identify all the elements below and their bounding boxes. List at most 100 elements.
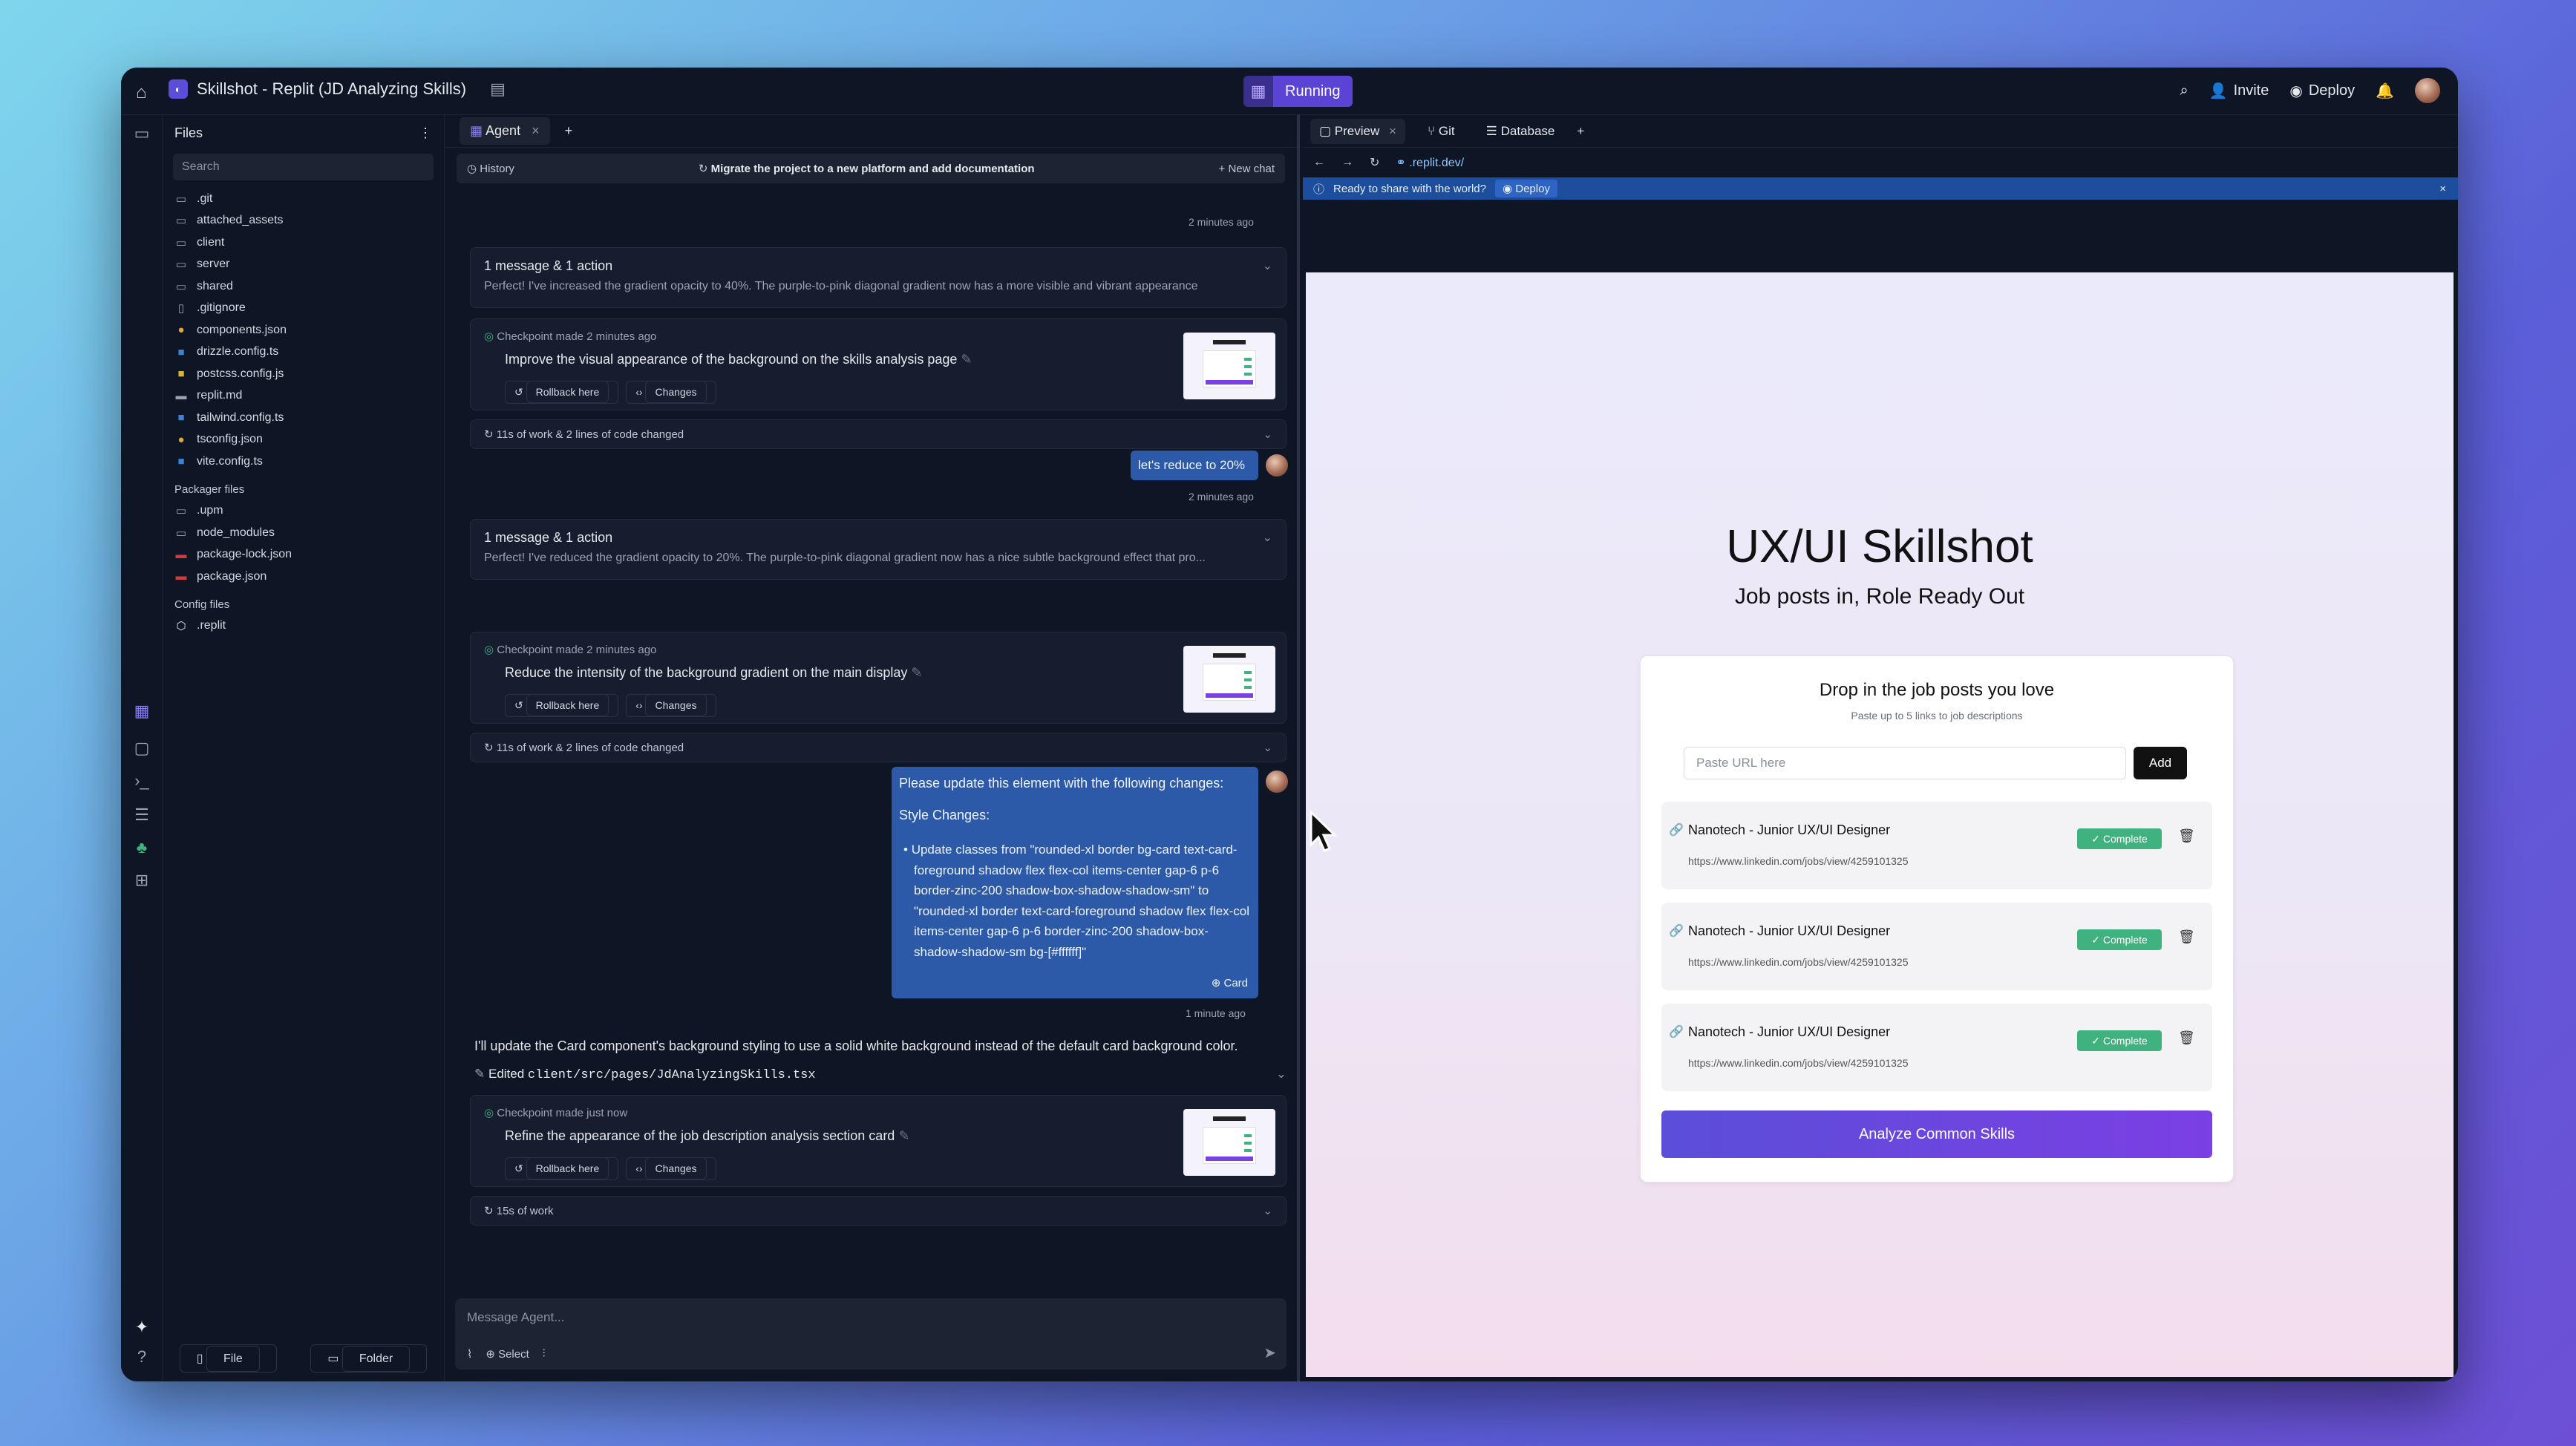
job-url[interactable]: https://www.linkedin.com/jobs/view/42591… [1688,956,1909,968]
app-title-group[interactable]: ◐ Skillshot - Replit (JD Analyzing Skill… [169,79,506,99]
close-icon[interactable]: × [1389,124,1396,138]
tab-database[interactable]: ☰ Database [1477,119,1564,144]
trash-icon[interactable]: 🗑 [2178,828,2195,844]
close-icon[interactable]: × [2439,183,2446,195]
more-options-icon[interactable]: ⋮ [419,125,432,141]
file-row[interactable]: ● components.json [163,319,444,341]
chevron-down-icon[interactable]: ⌄ [1263,741,1272,754]
deploy-button[interactable]: ◉ Deploy [2289,82,2355,100]
agent-rail-icon[interactable]: ▦ [121,701,163,721]
edit-icon[interactable]: ✎ [911,665,922,680]
file-row[interactable]: ▬ replit.md [163,385,444,408]
running-button[interactable]: Running [1273,76,1353,107]
sidebar-toggle-icon[interactable]: ▤ [490,79,506,99]
rollback-button[interactable]: ↺ Rollback here [505,381,619,404]
chevron-down-icon[interactable]: ⌄ [1263,530,1272,545]
forward-icon[interactable]: → [1341,156,1353,169]
changes-button[interactable]: ‹› Changes [626,381,716,404]
file-row[interactable]: ▬ package.json [163,566,444,588]
edit-icon[interactable]: ✎ [898,1128,909,1143]
url-field[interactable]: ⚭ .replit.dev/ [1396,155,1464,170]
tab-git[interactable]: ⑂ Git [1419,119,1464,144]
shell-icon[interactable]: ›_ [121,771,163,791]
work-summary[interactable]: ↻ 11s of work & 2 lines of code changed … [470,419,1287,449]
url-input[interactable]: Paste URL here [1684,747,2126,779]
job-title[interactable]: Nanotech - Junior UX/UI Designer [1688,1024,1890,1040]
checkpoint-thumbnail[interactable] [1183,646,1275,713]
files-search-input[interactable]: Search [173,154,434,180]
element-tag[interactable]: ⊕ Card [1212,976,1248,989]
tab-preview[interactable]: ▢ Preview × [1310,118,1405,144]
banner-deploy-button[interactable]: ◉ Deploy [1494,180,1557,197]
file-row[interactable]: ▭ client [163,232,444,254]
new-folder-button[interactable]: ▭ Folder [310,1344,428,1373]
file-row[interactable]: ■ postcss.config.js [163,363,444,385]
file-row[interactable]: ▭ node_modules [163,522,444,544]
file-row[interactable]: ▭ shared [163,275,444,298]
add-tab-icon[interactable]: + [565,123,573,139]
edited-file-row[interactable]: ✎ Edited client/src/pages/JdAnalyzingSki… [474,1067,1287,1082]
checkpoint-thumbnail[interactable] [1183,1109,1275,1176]
rollback-button[interactable]: ↺ Rollback here [505,694,619,717]
file-row[interactable]: ▬ package-lock.json [163,544,444,566]
file-row[interactable]: ▭ .git [163,188,444,210]
job-url[interactable]: https://www.linkedin.com/jobs/view/42591… [1688,1057,1909,1069]
file-row[interactable]: ▭ server [163,254,444,276]
changes-button[interactable]: ‹› Changes [626,1157,716,1180]
help-icon[interactable]: ? [121,1347,163,1367]
chevron-down-icon[interactable]: ⌄ [1263,428,1272,441]
new-file-button[interactable]: ▯ File [179,1344,277,1373]
apps-icon[interactable]: ⊞ [121,871,163,890]
trash-icon[interactable]: 🗑 [2178,1030,2195,1046]
secrets-icon[interactable]: ♣ [121,838,163,857]
file-row[interactable]: ▭ attached_assets [163,210,444,232]
refresh-icon[interactable]: ↻ [1370,155,1379,170]
select-element-button[interactable]: ⊕ Select [486,1347,529,1361]
settings-sliders-icon[interactable]: ⫶ [543,1347,546,1361]
back-icon[interactable]: ← [1313,156,1325,169]
rollback-button[interactable]: ↺ Rollback here [505,1157,619,1180]
invite-button[interactable]: 👤 Invite [2209,82,2269,100]
add-button[interactable]: Add [2134,747,2187,779]
chevron-down-icon[interactable]: ⌄ [1276,1067,1287,1082]
file-row[interactable]: ■ vite.config.ts [163,451,444,473]
files-icon[interactable]: ▭ [121,124,163,143]
message-summary[interactable]: 1 message & 1 action Perfect! I've reduc… [470,519,1287,580]
job-title[interactable]: Nanotech - Junior UX/UI Designer [1688,923,1890,939]
new-tool-icon[interactable]: ✦ [121,1318,163,1337]
file-row[interactable]: ⬡ .replit [163,615,444,638]
new-chat-button[interactable]: + New chat [1219,163,1275,175]
file-row[interactable]: ■ drizzle.config.ts [163,341,444,364]
history-button[interactable]: ◷ History [467,162,514,175]
job-title[interactable]: Nanotech - Junior UX/UI Designer [1688,822,1890,838]
run-control[interactable]: ▦ Running [1243,76,1353,107]
workflow-icon[interactable]: ▦ [1243,76,1273,107]
message-input[interactable]: Message Agent... ⌇ ⊕ Select ⫶ ➤ [455,1298,1287,1370]
search-icon[interactable]: ⌕ [2180,82,2188,99]
avatar[interactable] [2415,78,2440,103]
job-url[interactable]: https://www.linkedin.com/jobs/view/42591… [1688,855,1909,867]
add-tab-icon[interactable]: + [1577,124,1584,139]
message-summary[interactable]: 1 message & 1 action Perfect! I've incre… [470,247,1287,308]
file-row[interactable]: ● tsconfig.json [163,429,444,451]
trash-icon[interactable]: 🗑 [2178,929,2195,945]
home-icon[interactable]: ⌂ [136,82,147,103]
checkpoint-thumbnail[interactable] [1183,333,1275,399]
send-icon[interactable]: ➤ [1264,1344,1276,1362]
file-row[interactable]: ▭ .upm [163,500,444,523]
changes-button[interactable]: ‹› Changes [626,694,716,717]
work-summary[interactable]: ↻ 11s of work & 2 lines of code changed … [470,733,1287,762]
edit-icon[interactable]: ✎ [961,352,972,367]
chevron-down-icon[interactable]: ⌄ [1263,258,1272,273]
database-icon[interactable]: ☰ [121,805,163,825]
analyze-button[interactable]: Analyze Common Skills [1661,1110,2212,1158]
attach-icon[interactable]: ⌇ [467,1347,472,1361]
chevron-down-icon[interactable]: ⌄ [1263,1204,1272,1217]
work-summary[interactable]: ↻ 15s of work ⌄ [470,1196,1287,1226]
tab-agent[interactable]: ▦ Agent × [460,117,550,145]
preview-rail-icon[interactable]: ▢ [121,739,163,758]
bell-icon[interactable]: 🔔 [2376,82,2394,100]
close-icon[interactable]: × [532,123,540,138]
file-row[interactable]: ■ tailwind.config.ts [163,407,444,429]
file-row[interactable]: ▯ .gitignore [163,298,444,320]
